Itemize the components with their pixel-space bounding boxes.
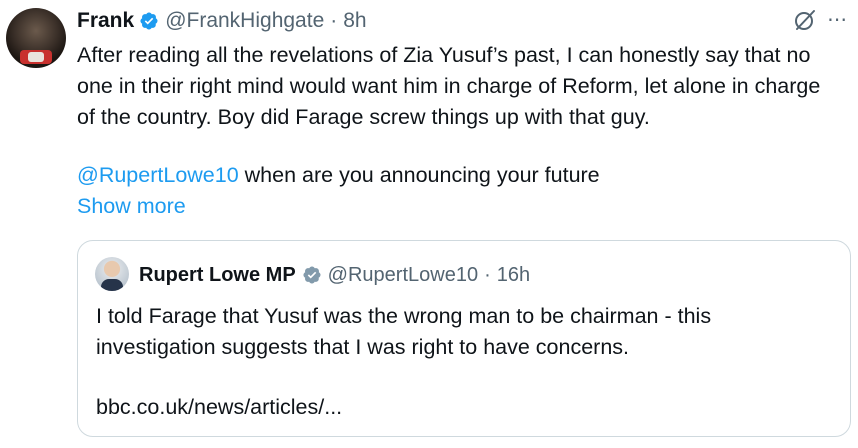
mention-tail-text: when are you announcing your future: [238, 163, 600, 187]
quote-author-name[interactable]: Rupert Lowe MP: [139, 264, 296, 287]
tweet-top-actions: ⋯: [793, 8, 848, 32]
verified-gray-badge-icon[interactable]: [302, 265, 322, 285]
grok-icon[interactable]: [793, 8, 817, 32]
quote-time[interactable]: 16h: [497, 264, 530, 287]
author-handle[interactable]: @FrankHighgate: [165, 9, 324, 33]
show-more-link[interactable]: Show more: [77, 191, 186, 222]
author-avatar[interactable]: [6, 8, 66, 68]
quote-link[interactable]: bbc.co.uk/news/articles/...: [96, 392, 342, 423]
tweet-text: After reading all the revelations of Zia…: [77, 40, 842, 133]
quoted-tweet-card[interactable]: Rupert Lowe MP @RupertLowe10 · 16h I tol…: [77, 240, 851, 437]
verified-badge-icon[interactable]: [139, 11, 159, 31]
tweet-second-paragraph: @RupertLowe10 when are you announcing yo…: [77, 160, 600, 191]
quote-avatar-suit: [101, 279, 123, 291]
mention-link[interactable]: @RupertLowe10: [77, 163, 239, 187]
quote-author-avatar[interactable]: [95, 257, 129, 291]
tweet-header: Frank @FrankHighgate · 8h: [77, 6, 367, 36]
quote-text: I told Farage that Yusuf was the wrong m…: [96, 304, 712, 359]
time-separator: ·: [330, 9, 338, 32]
tweet-time[interactable]: 8h: [343, 9, 366, 33]
quote-header: Rupert Lowe MP @RupertLowe10 · 16h: [139, 261, 530, 289]
quote-time-separator: ·: [484, 263, 491, 286]
quote-author-handle[interactable]: @RupertLowe10: [328, 264, 478, 287]
avatar-collar-accent: [28, 52, 44, 62]
tweet-body: After reading all the revelations of Zia…: [77, 43, 821, 129]
more-options-icon[interactable]: ⋯: [827, 10, 848, 30]
author-name[interactable]: Frank: [77, 9, 134, 33]
